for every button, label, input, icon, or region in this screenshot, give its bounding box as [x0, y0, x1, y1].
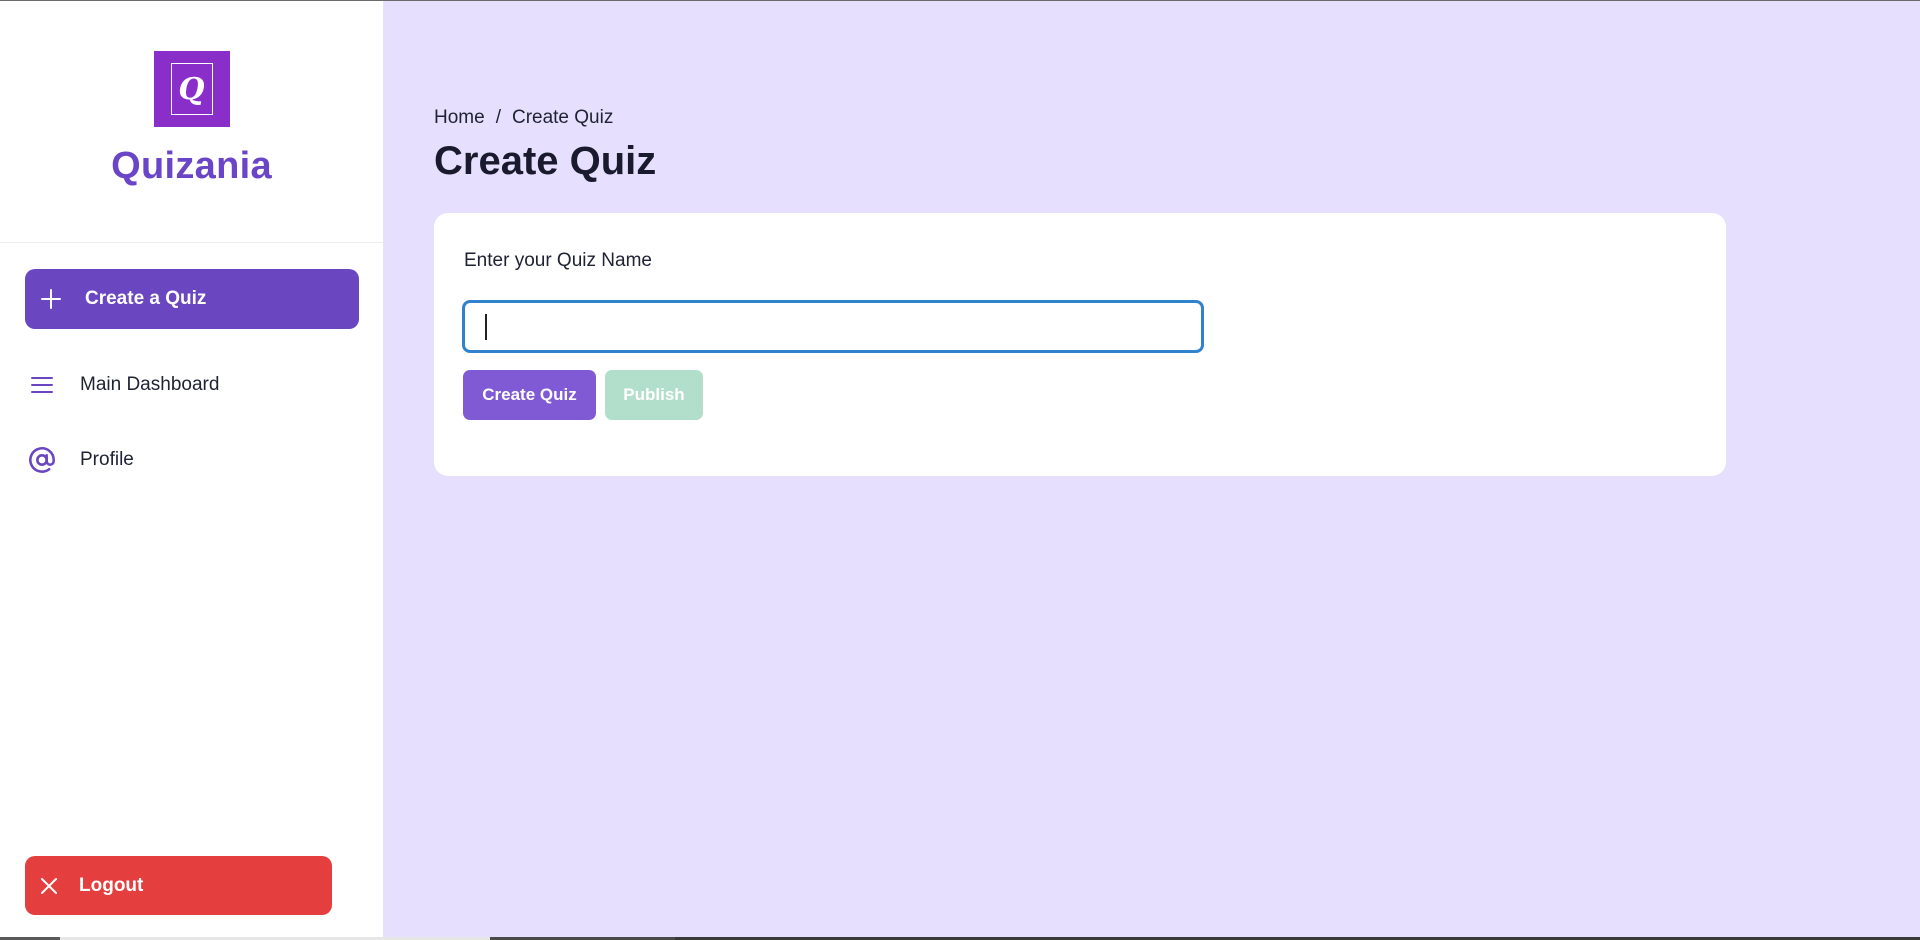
brand-name[interactable]: Quizania	[111, 145, 272, 188]
breadcrumb-current: Create Quiz	[511, 107, 614, 128]
publish-button[interactable]: Publish	[605, 370, 703, 420]
app-window: Q Quizania Create a Quiz Main Dashboard	[0, 0, 1920, 940]
breadcrumb: Home / Create Quiz	[434, 107, 613, 129]
logout-button[interactable]: Logout	[25, 856, 332, 915]
create-a-quiz-label: Create a Quiz	[85, 288, 207, 309]
at-sign-icon	[25, 443, 59, 477]
create-a-quiz-button[interactable]: Create a Quiz	[25, 269, 359, 329]
quiz-name-label: Enter your Quiz Name	[464, 250, 652, 271]
breadcrumb-home[interactable]: Home	[434, 107, 485, 129]
page-title: Create Quiz	[434, 139, 657, 183]
breadcrumb-separator: /	[495, 107, 501, 128]
main-content: Home / Create Quiz Create Quiz Enter you…	[385, 1, 1920, 940]
sidebar-item-main-dashboard[interactable]: Main Dashboard	[25, 362, 359, 408]
logo-letter: Q	[170, 63, 213, 115]
text-caret	[485, 314, 487, 340]
close-icon	[39, 876, 59, 896]
plus-icon	[39, 287, 63, 311]
sidebar-item-label: Main Dashboard	[80, 374, 220, 395]
sidebar-item-label: Profile	[80, 449, 134, 470]
quiz-name-input[interactable]	[463, 301, 1203, 352]
quiz-form-card: Enter your Quiz Name Create Quiz Publish	[434, 213, 1726, 476]
create-quiz-button[interactable]: Create Quiz	[463, 370, 596, 420]
brand-header: Q Quizania	[0, 1, 383, 243]
sidebar-item-profile[interactable]: Profile	[25, 437, 359, 483]
sidebar: Q Quizania Create a Quiz Main Dashboard	[0, 1, 384, 940]
logout-label: Logout	[79, 874, 144, 896]
hamburger-menu-icon	[25, 368, 59, 402]
logo[interactable]: Q	[153, 51, 230, 127]
